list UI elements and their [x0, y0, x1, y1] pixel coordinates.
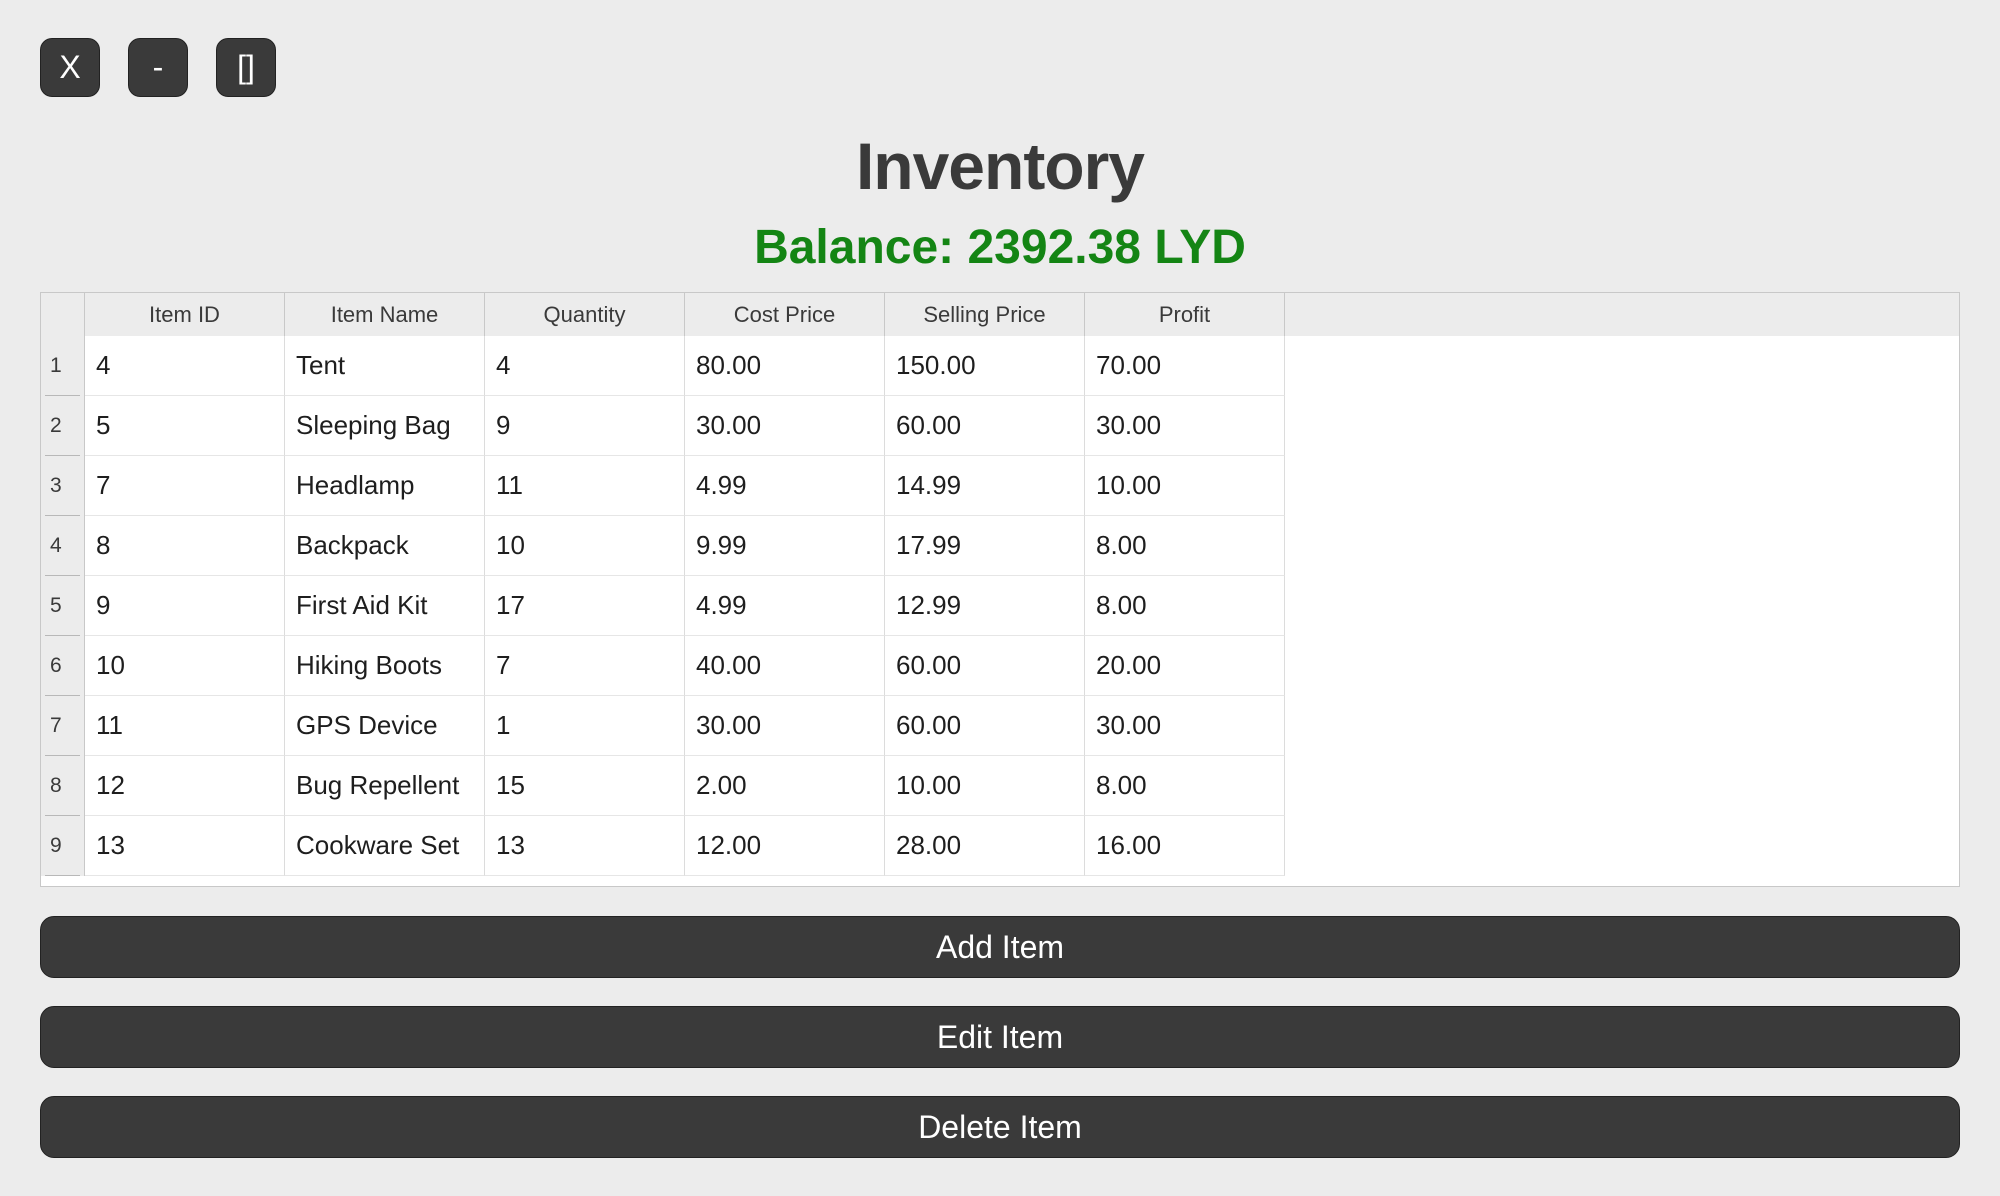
cell-item-id[interactable]: 8: [85, 516, 285, 576]
table-header: Item ID Item Name Quantity Cost Price Se…: [41, 293, 1959, 336]
cell-item-name[interactable]: Hiking Boots: [285, 636, 485, 696]
cell-item-id[interactable]: 9: [85, 576, 285, 636]
cell-item-name[interactable]: First Aid Kit: [285, 576, 485, 636]
cell-quantity[interactable]: 13: [485, 816, 685, 876]
row-number[interactable]: 1: [41, 336, 85, 396]
table-row[interactable]: 3 7 Headlamp 11 4.99 14.99 10.00: [41, 456, 1959, 516]
cell-cost-price[interactable]: 80.00: [685, 336, 885, 396]
cell-profit[interactable]: 30.00: [1085, 396, 1285, 456]
minimize-button[interactable]: -: [128, 38, 188, 97]
add-item-button[interactable]: Add Item: [40, 916, 1960, 978]
row-number[interactable]: 5: [41, 576, 85, 636]
cell-cost-price[interactable]: 9.99: [685, 516, 885, 576]
cell-item-id[interactable]: 12: [85, 756, 285, 816]
maximize-button[interactable]: []: [216, 38, 276, 97]
cell-selling-price[interactable]: 60.00: [885, 396, 1085, 456]
cell-cost-price[interactable]: 30.00: [685, 696, 885, 756]
cell-profit[interactable]: 8.00: [1085, 576, 1285, 636]
cell-selling-price[interactable]: 28.00: [885, 816, 1085, 876]
cell-item-id[interactable]: 5: [85, 396, 285, 456]
cell-cost-price[interactable]: 30.00: [685, 396, 885, 456]
cell-cost-price[interactable]: 4.99: [685, 456, 885, 516]
column-header-profit[interactable]: Profit: [1085, 293, 1285, 336]
cell-profit[interactable]: 8.00: [1085, 516, 1285, 576]
balance-label: Balance: 2392.38 LYD: [754, 221, 1246, 274]
cell-item-id[interactable]: 13: [85, 816, 285, 876]
cell-item-name[interactable]: Bug Repellent: [285, 756, 485, 816]
cell-selling-price[interactable]: 14.99: [885, 456, 1085, 516]
cell-selling-price[interactable]: 12.99: [885, 576, 1085, 636]
delete-item-button[interactable]: Delete Item: [40, 1096, 1960, 1158]
cell-item-name[interactable]: Tent: [285, 336, 485, 396]
cell-profit[interactable]: 16.00: [1085, 816, 1285, 876]
column-header-item-id[interactable]: Item ID: [85, 293, 285, 336]
cell-item-id[interactable]: 4: [85, 336, 285, 396]
table-row[interactable]: 9 13 Cookware Set 13 12.00 28.00 16.00: [41, 816, 1959, 876]
cell-cost-price[interactable]: 40.00: [685, 636, 885, 696]
cell-quantity[interactable]: 9: [485, 396, 685, 456]
cell-item-name[interactable]: Cookware Set: [285, 816, 485, 876]
cell-quantity[interactable]: 4: [485, 336, 685, 396]
cell-selling-price[interactable]: 60.00: [885, 696, 1085, 756]
table-row[interactable]: 1 4 Tent 4 80.00 150.00 70.00: [41, 336, 1959, 396]
column-header-selling-price[interactable]: Selling Price: [885, 293, 1085, 336]
cell-profit[interactable]: 8.00: [1085, 756, 1285, 816]
row-number[interactable]: 4: [41, 516, 85, 576]
row-number[interactable]: 8: [41, 756, 85, 816]
table-row[interactable]: 4 8 Backpack 10 9.99 17.99 8.00: [41, 516, 1959, 576]
window-controls: X - []: [40, 38, 276, 97]
cell-selling-price[interactable]: 17.99: [885, 516, 1085, 576]
cell-profit[interactable]: 30.00: [1085, 696, 1285, 756]
cell-quantity[interactable]: 1: [485, 696, 685, 756]
row-number[interactable]: 6: [41, 636, 85, 696]
cell-profit[interactable]: 20.00: [1085, 636, 1285, 696]
row-number[interactable]: 2: [41, 396, 85, 456]
cell-quantity[interactable]: 15: [485, 756, 685, 816]
column-header-item-name[interactable]: Item Name: [285, 293, 485, 336]
cell-item-name[interactable]: GPS Device: [285, 696, 485, 756]
cell-quantity[interactable]: 10: [485, 516, 685, 576]
cell-cost-price[interactable]: 4.99: [685, 576, 885, 636]
cell-quantity[interactable]: 7: [485, 636, 685, 696]
table-row[interactable]: 5 9 First Aid Kit 17 4.99 12.99 8.00: [41, 576, 1959, 636]
table-row[interactable]: 2 5 Sleeping Bag 9 30.00 60.00 30.00: [41, 396, 1959, 456]
cell-quantity[interactable]: 17: [485, 576, 685, 636]
cell-item-id[interactable]: 10: [85, 636, 285, 696]
table-corner[interactable]: [41, 293, 85, 336]
edit-item-button[interactable]: Edit Item: [40, 1006, 1960, 1068]
table-row[interactable]: 7 11 GPS Device 1 30.00 60.00 30.00: [41, 696, 1959, 756]
row-number[interactable]: 9: [41, 816, 85, 876]
close-button[interactable]: X: [40, 38, 100, 97]
table-row[interactable]: 8 12 Bug Repellent 15 2.00 10.00 8.00: [41, 756, 1959, 816]
cell-cost-price[interactable]: 2.00: [685, 756, 885, 816]
cell-selling-price[interactable]: 60.00: [885, 636, 1085, 696]
inventory-table[interactable]: Item ID Item Name Quantity Cost Price Se…: [40, 292, 1960, 887]
cell-quantity[interactable]: 11: [485, 456, 685, 516]
column-header-cost-price[interactable]: Cost Price: [685, 293, 885, 336]
column-header-quantity[interactable]: Quantity: [485, 293, 685, 336]
row-number[interactable]: 7: [41, 696, 85, 756]
cell-profit[interactable]: 70.00: [1085, 336, 1285, 396]
cell-profit[interactable]: 10.00: [1085, 456, 1285, 516]
cell-item-name[interactable]: Headlamp: [285, 456, 485, 516]
cell-item-id[interactable]: 11: [85, 696, 285, 756]
table-body: 1 4 Tent 4 80.00 150.00 70.00 2 5 Sleeping Bag 9 30…: [41, 336, 1959, 876]
cell-item-name[interactable]: Sleeping Bag: [285, 396, 485, 456]
row-number[interactable]: 3: [41, 456, 85, 516]
table-row[interactable]: 6 10 Hiking Boots 7 40.00 60.00 20.00: [41, 636, 1959, 696]
cell-selling-price[interactable]: 150.00: [885, 336, 1085, 396]
cell-cost-price[interactable]: 12.00: [685, 816, 885, 876]
page-title: Inventory: [855, 129, 1145, 203]
cell-item-name[interactable]: Backpack: [285, 516, 485, 576]
cell-selling-price[interactable]: 10.00: [885, 756, 1085, 816]
cell-item-id[interactable]: 7: [85, 456, 285, 516]
